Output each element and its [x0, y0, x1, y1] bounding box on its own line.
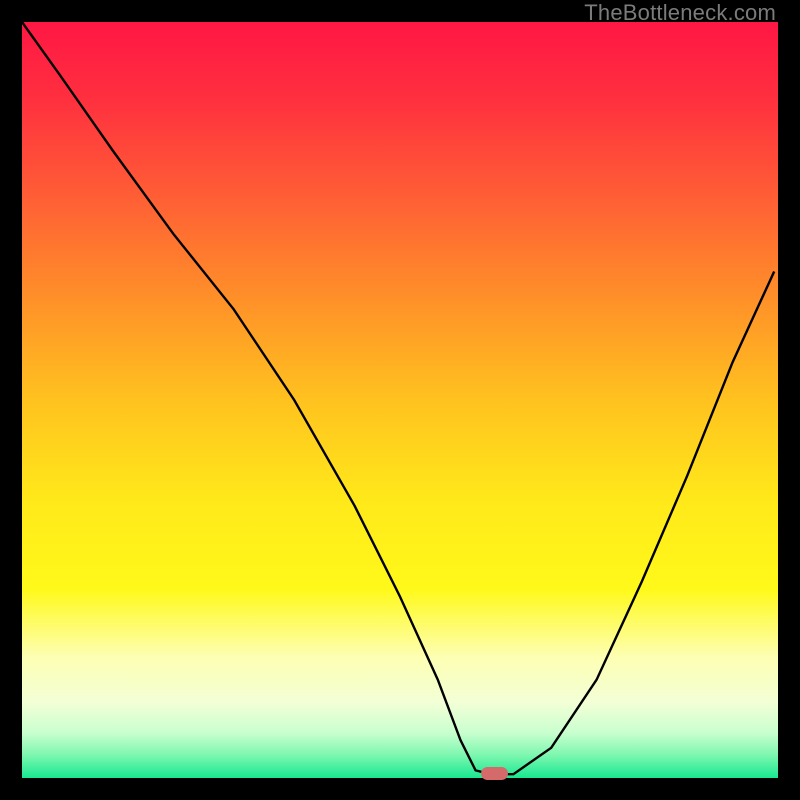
chart-frame	[22, 22, 778, 778]
optimal-point-marker	[481, 767, 507, 779]
gradient-background	[22, 22, 778, 778]
bottleneck-chart	[22, 22, 778, 778]
